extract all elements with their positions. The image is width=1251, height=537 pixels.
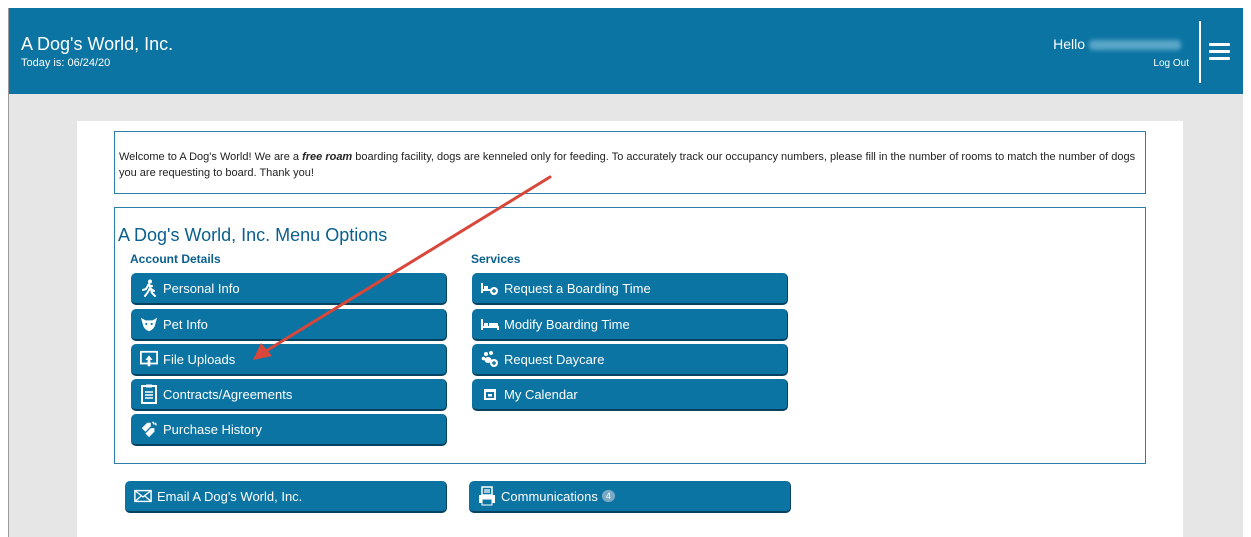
contracts-agreements-button[interactable]: Contracts/Agreements [131, 379, 447, 411]
my-calendar-label: My Calendar [504, 386, 578, 402]
my-calendar-button[interactable]: My Calendar [472, 379, 788, 411]
bed-icon [481, 315, 499, 333]
file-uploads-button[interactable]: File Uploads [131, 344, 447, 376]
upload-icon [140, 350, 158, 368]
communications-label: Communications [501, 488, 598, 504]
modify-boarding-time-label: Modify Boarding Time [504, 316, 630, 332]
walking-person-icon [140, 279, 158, 297]
personal-info-label: Personal Info [163, 280, 240, 296]
today-date: Today is: 06/24/20 [21, 57, 111, 69]
file-uploads-label: File Uploads [163, 351, 236, 367]
welcome-emphasis: free roam [302, 151, 353, 163]
paw-icon [481, 350, 499, 368]
personal-info-button[interactable]: Personal Info [131, 273, 447, 305]
pet-info-button[interactable]: Pet Info [131, 309, 447, 341]
email-label: Email A Dog's World, Inc. [157, 488, 303, 504]
request-daycare-label: Request Daycare [504, 351, 605, 367]
email-button[interactable]: Email A Dog's World, Inc. [125, 481, 447, 513]
site-title: A Dog's World, Inc. [21, 34, 174, 54]
pet-info-label: Pet Info [163, 316, 208, 332]
logout-link[interactable]: Log Out [1153, 58, 1189, 69]
modify-boarding-time-button[interactable]: Modify Boarding Time [472, 309, 788, 341]
purchase-history-button[interactable]: Purchase History [131, 414, 447, 446]
services-heading: Services [471, 252, 521, 266]
window-left-border [0, 0, 8, 537]
clipboard-icon [140, 384, 158, 404]
contracts-agreements-label: Contracts/Agreements [163, 386, 293, 402]
account-details-heading: Account Details [130, 252, 221, 266]
header-divider [1199, 21, 1201, 83]
greeting-text: Hello [1053, 36, 1085, 52]
dog-face-icon [140, 315, 158, 333]
menu-title: A Dog's World, Inc. Menu Options [118, 225, 388, 245]
calendar-icon [481, 385, 499, 403]
communications-button[interactable]: Communications 4 [469, 481, 791, 513]
window-top-border [0, 0, 1251, 8]
purchase-history-label: Purchase History [163, 421, 262, 437]
printer-icon [478, 486, 496, 506]
window-right-border [1243, 0, 1251, 537]
top-header: A Dog's World, Inc. Today is: 06/24/20 H… [9, 8, 1243, 94]
communications-count-badge: 4 [601, 490, 615, 502]
price-tags-icon [140, 420, 158, 438]
hamburger-menu-icon[interactable] [1209, 43, 1230, 60]
request-boarding-time-label: Request a Boarding Time [504, 280, 651, 296]
request-daycare-button[interactable]: Request Daycare [472, 344, 788, 376]
bed-plus-icon [481, 279, 499, 297]
welcome-intro: Welcome to A Dog's World! We are a [119, 151, 303, 163]
request-boarding-time-button[interactable]: Request a Boarding Time [472, 273, 788, 305]
user-greeting: Hello [1053, 36, 1181, 52]
blurred-username [1089, 40, 1181, 51]
welcome-message: Welcome to A Dog's World! We are a free … [114, 131, 1146, 194]
envelope-icon [134, 487, 152, 505]
